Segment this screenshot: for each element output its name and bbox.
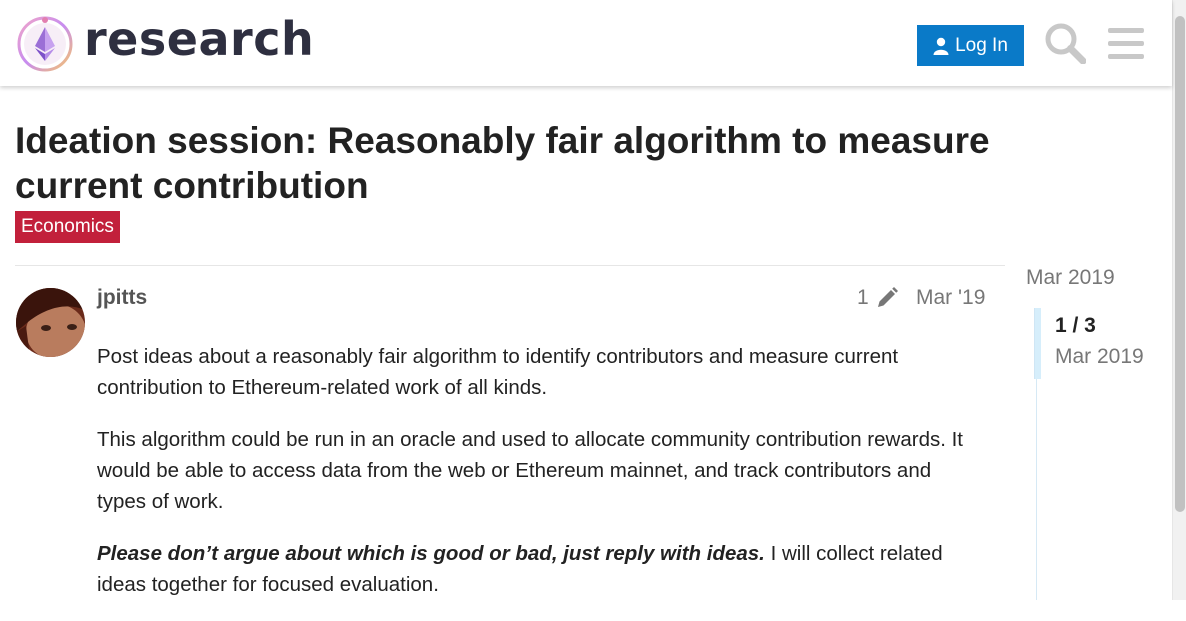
timeline-current-date: Mar 2019 — [1055, 345, 1144, 368]
search-icon[interactable] — [1044, 22, 1086, 64]
edit-count: 1 — [857, 286, 869, 309]
post-date[interactable]: Mar '19 — [916, 286, 985, 310]
post-paragraph: This algorithm could be run in an oracle… — [97, 428, 964, 513]
title-divider — [15, 265, 1005, 266]
timeline-start-date[interactable]: Mar 2019 — [1026, 266, 1115, 290]
hamburger-menu-icon[interactable] — [1106, 25, 1146, 61]
site-name[interactable]: research — [84, 12, 314, 66]
ethereum-logo-icon[interactable] — [16, 15, 74, 73]
timeline-post-position: 1 / 3 — [1055, 314, 1096, 337]
login-button[interactable]: Log In — [917, 25, 1024, 66]
post-paragraph: Post ideas about a reasonably fair algor… — [97, 345, 899, 399]
post-author[interactable]: jpitts — [97, 286, 147, 310]
pencil-icon — [877, 287, 898, 307]
user-icon — [933, 37, 949, 55]
avatar[interactable] — [16, 288, 85, 357]
timeline-scroll-handle[interactable] — [1034, 308, 1041, 379]
emphasis-text: Please don’t argue about which is good o… — [97, 542, 765, 565]
site-header: research Log In — [0, 0, 1172, 86]
user-avatar-image — [16, 288, 85, 357]
post-paragraph: Please don’t argue about which is good o… — [97, 538, 977, 600]
topic-title[interactable]: Ideation session: Reasonably fair algori… — [15, 118, 1035, 208]
edit-history-button[interactable]: 1 — [857, 286, 899, 310]
scrollbar-thumb[interactable] — [1175, 16, 1185, 512]
login-label: Log In — [955, 34, 1008, 56]
post-body: Post ideas about a reasonably fair algor… — [97, 341, 977, 621]
category-badge[interactable]: Economics — [15, 211, 120, 243]
page-scrollbar[interactable] — [1172, 0, 1186, 600]
